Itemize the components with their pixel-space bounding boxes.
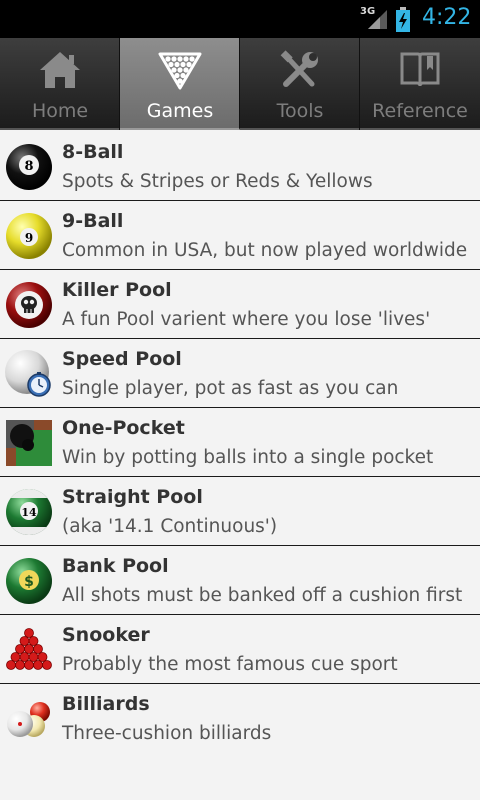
game-subtitle: A fun Pool varient where you lose 'lives…	[62, 309, 431, 330]
game-title: Speed Pool	[62, 348, 182, 370]
billiard-balls-icon	[7, 702, 50, 737]
list-item-snooker[interactable]: Snooker Probably the most famous cue spo…	[0, 615, 480, 684]
svg-text:14: 14	[21, 506, 37, 519]
fourteen-ball-icon: 14	[6, 489, 52, 535]
game-subtitle: Spots & Stripes or Reds & Yellows	[62, 171, 373, 192]
game-list: 8 8-Ball Spots & Stripes or Reds & Yello…	[0, 132, 480, 753]
tab-label: Home	[31, 100, 89, 122]
game-title: Bank Pool	[62, 555, 169, 577]
tab-tools[interactable]: Tools	[240, 38, 360, 130]
list-item-speed-pool[interactable]: Speed Pool Single player, pot as fast as…	[0, 339, 480, 408]
clock: 4:22	[422, 5, 472, 30]
home-icon	[40, 52, 80, 88]
list-item-bank-pool[interactable]: $ Bank Pool All shots must be banked off…	[0, 546, 480, 615]
list-item-9-ball[interactable]: 9 9-Ball Common in USA, but now played w…	[0, 201, 480, 270]
game-subtitle: Win by potting balls into a single pocke…	[62, 447, 434, 468]
list-item-straight-pool[interactable]: 14 Straight Pool (aka '14.1 Continuous')	[0, 477, 480, 546]
tab-label: Games	[146, 100, 214, 122]
dollar-ball-icon: $	[6, 558, 52, 604]
game-subtitle: Single player, pot as fast as you can	[62, 378, 399, 399]
eight-ball-icon: 8	[6, 144, 52, 190]
tab-label: Tools	[276, 100, 324, 122]
status-bar: 3G 4:22	[0, 0, 480, 38]
signal-icon	[368, 10, 387, 29]
tab-home[interactable]: Home	[0, 38, 120, 130]
tab-bar: Home Games Tools Reference	[0, 38, 480, 130]
svg-text:8: 8	[24, 159, 33, 174]
game-subtitle: All shots must be banked off a cushion f…	[62, 585, 463, 606]
game-title: Snooker	[62, 624, 150, 646]
list-item-8-ball[interactable]: 8 8-Ball Spots & Stripes or Reds & Yello…	[0, 132, 480, 201]
tab-label: Reference	[372, 100, 468, 122]
game-subtitle: (aka '14.1 Continuous')	[62, 516, 278, 537]
list-item-one-pocket[interactable]: One-Pocket Win by potting balls into a s…	[0, 408, 480, 477]
game-title: 8-Ball	[62, 141, 124, 163]
skull-ball-icon	[6, 282, 52, 328]
svg-text:9: 9	[25, 231, 33, 245]
stopwatch-ball-icon	[5, 350, 51, 397]
game-subtitle: Three-cushion billiards	[62, 723, 272, 744]
game-subtitle: Common in USA, but now played worldwide	[62, 240, 468, 261]
book-icon	[400, 52, 440, 87]
nine-ball-icon: 9	[6, 213, 52, 259]
game-title: Straight Pool	[62, 486, 203, 508]
tab-games[interactable]: Games	[120, 38, 240, 130]
list-item-billiards[interactable]: Billiards Three-cushion billiards	[0, 684, 480, 753]
svg-text:$: $	[24, 574, 34, 590]
game-subtitle: Probably the most famous cue sport	[62, 654, 398, 675]
snooker-rack-icon	[6, 628, 52, 670]
tools-icon	[280, 50, 318, 87]
game-title: Billiards	[62, 693, 150, 715]
game-title: One-Pocket	[62, 417, 185, 439]
tab-reference[interactable]: Reference	[360, 38, 480, 130]
game-title: Killer Pool	[62, 279, 172, 301]
pocket-icon	[6, 420, 52, 466]
ball-rack-icon	[158, 52, 202, 90]
game-title: 9-Ball	[62, 210, 124, 232]
list-item-killer-pool[interactable]: Killer Pool A fun Pool varient where you…	[0, 270, 480, 339]
battery-charging-icon	[396, 7, 410, 32]
